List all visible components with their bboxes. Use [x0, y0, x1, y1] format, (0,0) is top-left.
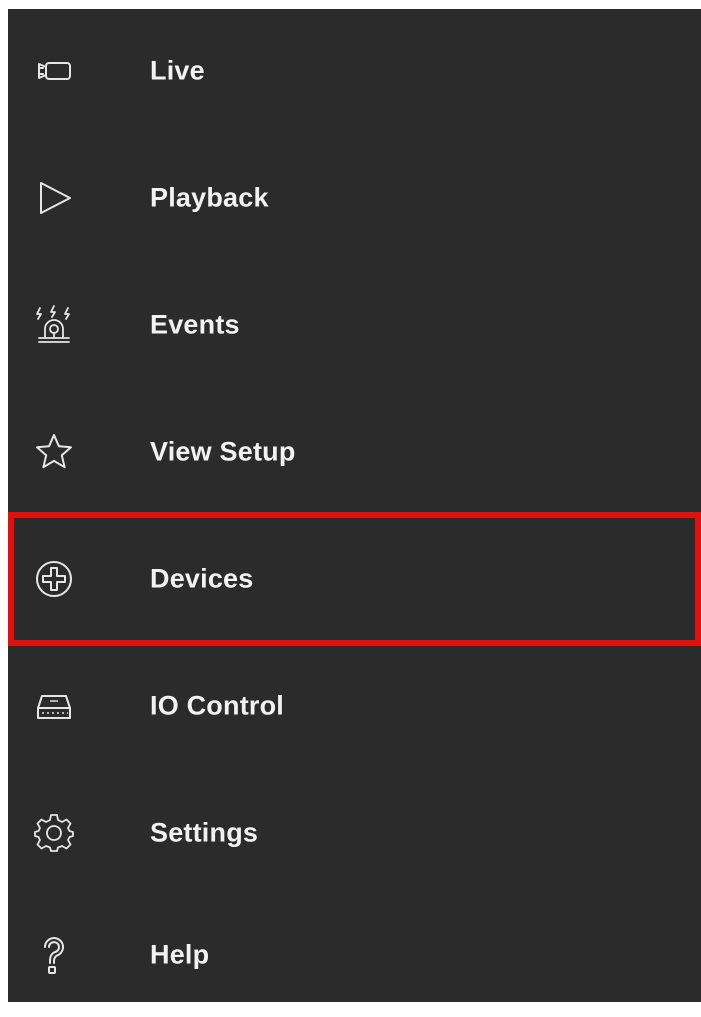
menu-item-devices[interactable]: Devices [8, 517, 701, 641]
menu-item-label: Help [150, 939, 210, 970]
alarm-icon [34, 305, 74, 345]
menu-item-playback[interactable]: Playback [8, 136, 701, 260]
menu-item-live[interactable]: Live [8, 9, 701, 133]
play-icon [34, 178, 74, 218]
menu-item-label: Devices [150, 563, 254, 594]
menu-item-label: View Setup [150, 436, 296, 467]
add-circle-icon [34, 559, 74, 599]
menu-item-label: Playback [150, 182, 269, 213]
camera-icon [34, 51, 74, 91]
menu-item-view-setup[interactable]: View Setup [8, 390, 701, 514]
menu-item-settings[interactable]: Settings [8, 771, 701, 895]
menu-item-events[interactable]: Events [8, 263, 701, 387]
io-device-icon [34, 686, 74, 726]
question-icon [34, 935, 74, 975]
menu-item-label: Events [150, 309, 240, 340]
menu-item-label: Live [150, 55, 205, 86]
menu-item-help[interactable]: Help [8, 893, 701, 1017]
menu-item-label: IO Control [150, 690, 284, 721]
menu-item-io-control[interactable]: IO Control [8, 644, 701, 768]
star-icon [34, 432, 74, 472]
navigation-menu: Live Playback Events View Setup Devices … [8, 9, 701, 1002]
menu-item-label: Settings [150, 817, 259, 848]
gear-icon [34, 813, 74, 853]
